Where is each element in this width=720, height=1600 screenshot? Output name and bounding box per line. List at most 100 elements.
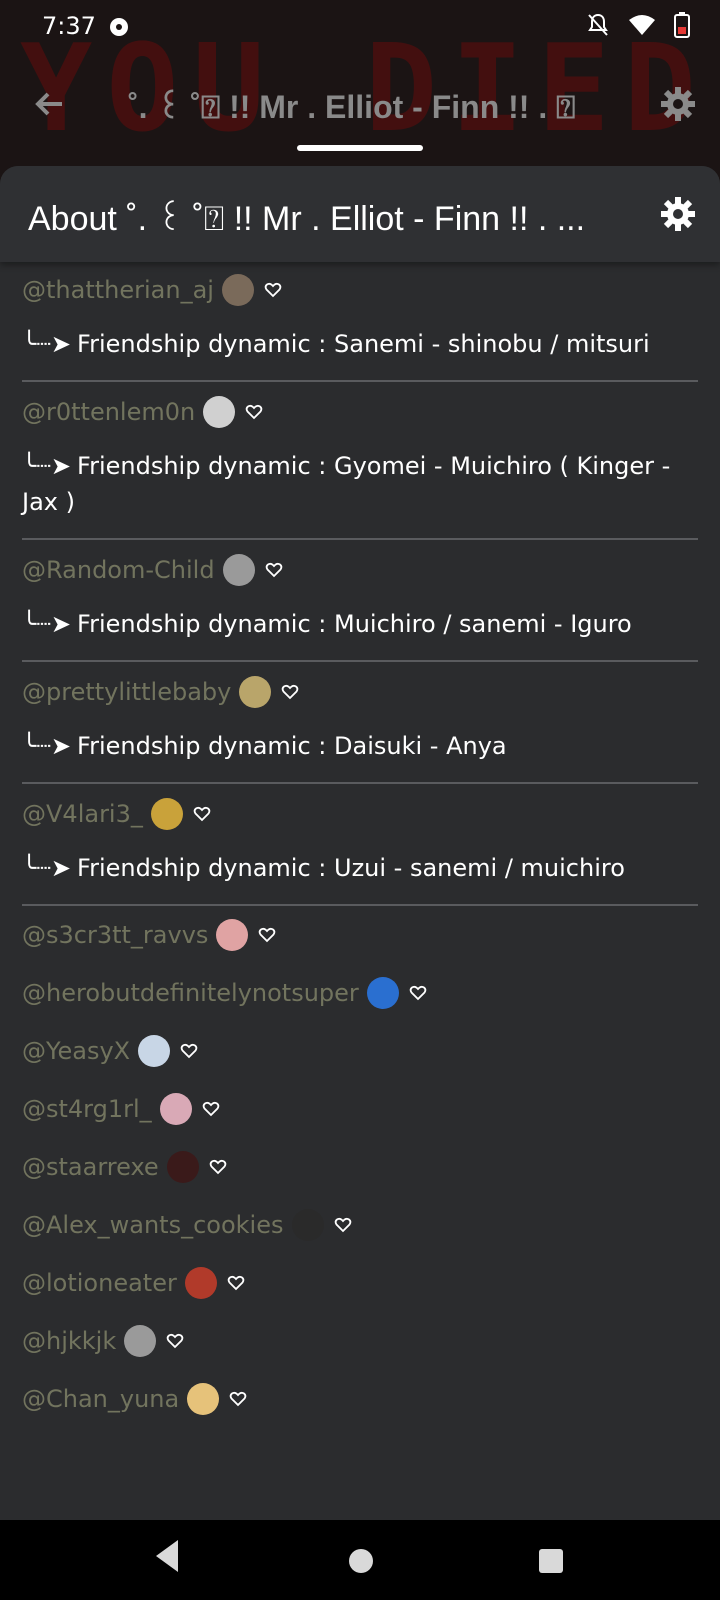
avatar[interactable]	[166, 1151, 199, 1183]
friendship-entry: @V4lari3_ ╰┈➤ Friendship dynamic : Uzui - …	[22, 784, 698, 906]
heart-icon	[227, 1275, 245, 1291]
nav-recents-icon[interactable]	[539, 1549, 563, 1573]
navigation-bar	[0, 1520, 720, 1600]
user-line: @Chan_yuna	[22, 1370, 698, 1428]
heart-icon	[166, 1333, 184, 1349]
user-line: @Random-Child	[22, 540, 698, 600]
heart-icon	[259, 927, 276, 943]
username-link[interactable]: @r0ttenlem0n	[22, 398, 195, 426]
arrow-glyph: ╰┈➤	[22, 610, 72, 638]
list-item: @Chan_yuna	[0, 1370, 720, 1428]
user-line: @r0ttenlem0n	[22, 382, 698, 442]
avatar[interactable]	[184, 1267, 217, 1299]
avatar[interactable]	[221, 274, 254, 306]
notification-icon	[110, 18, 128, 36]
user-line: @V4lari3_	[22, 784, 698, 844]
heart-icon	[334, 1217, 351, 1233]
user-line: @prettylittlebaby	[22, 662, 698, 722]
avatar[interactable]	[203, 396, 236, 428]
list-item: @lotioneater	[0, 1254, 720, 1312]
username-link[interactable]: @herobutdefinitelynotsuper	[22, 979, 359, 1007]
user-line: @hjkkjk	[22, 1312, 698, 1370]
avatar[interactable]	[150, 798, 183, 830]
list-item: @YeasyX	[0, 1022, 720, 1080]
list-item: @st4rg1rl_	[0, 1080, 720, 1138]
app-bar: ˚. ꒰ ˚⍰ !! Mr . Elliot - Finn !! . ⍰	[0, 70, 720, 151]
profile-title: ˚. ꒰ ˚⍰ !! Mr . Elliot - Finn !! . ⍰	[128, 89, 576, 125]
heart-icon	[229, 1391, 247, 1407]
username-link[interactable]: @prettylittlebaby	[22, 678, 231, 706]
username-link[interactable]: @Chan_yuna	[22, 1385, 179, 1413]
user-line: @thattherian_aj	[22, 260, 698, 320]
arrow-glyph: ╰┈➤	[22, 330, 72, 358]
silent-mode-icon	[588, 13, 608, 36]
username-link[interactable]: @hjkkjk	[22, 1327, 116, 1355]
heart-icon	[265, 562, 282, 578]
list-item: @s3cr3tt_ravvs	[0, 906, 720, 964]
username-link[interactable]: @thattherian_aj	[22, 276, 214, 304]
heart-icon	[180, 1043, 198, 1059]
gear-icon[interactable]	[658, 84, 698, 124]
username-link[interactable]: @V4lari3_	[22, 800, 143, 828]
avatar[interactable]	[187, 1383, 220, 1415]
user-line: @s3cr3tt_ravvs	[22, 906, 698, 964]
friendship-text: Friendship dynamic : Daisuki - Anya	[77, 732, 507, 760]
friendship-text: Friendship dynamic : Gyomei - Muichiro (…	[22, 452, 671, 516]
avatar[interactable]	[159, 1093, 192, 1125]
avatar[interactable]	[124, 1325, 157, 1357]
avatar[interactable]	[291, 1209, 324, 1241]
status-time: 7:37	[42, 12, 96, 40]
about-sheet: About ˚. ꒰ ˚⍰ !! Mr . Elliot - Finn !! .…	[0, 166, 720, 1520]
friendship-text: Friendship dynamic : Sanemi - shinobu / …	[77, 330, 650, 358]
about-content: @thattherian_aj ╰┈➤ Friendship dynamic : S…	[0, 260, 720, 1428]
battery-icon	[674, 12, 690, 38]
heart-icon	[193, 806, 211, 822]
avatar[interactable]	[216, 919, 249, 951]
friendship-description: ╰┈➤ Friendship dynamic : Sanemi - shinobu…	[22, 320, 698, 380]
avatar[interactable]	[138, 1035, 171, 1067]
sheet-header: About ˚. ꒰ ˚⍰ !! Mr . Elliot - Finn !! .…	[0, 166, 720, 262]
friendship-entry: @Random-Child ╰┈➤ Friendship dynamic : Mui…	[22, 540, 698, 662]
user-line: @st4rg1rl_	[22, 1080, 698, 1138]
status-bar: 7:37	[0, 0, 720, 56]
heart-icon	[209, 1159, 226, 1175]
arrow-glyph: ╰┈➤	[22, 732, 72, 760]
list-item: @hjkkjk	[0, 1312, 720, 1370]
username-link[interactable]: @staarrexe	[22, 1153, 159, 1181]
friendship-description: ╰┈➤ Friendship dynamic : Uzui - sanemi / …	[22, 844, 698, 904]
avatar[interactable]	[239, 676, 272, 708]
drag-handle[interactable]	[297, 145, 423, 151]
settings-gear-icon[interactable]	[658, 194, 698, 234]
nav-back-icon[interactable]	[152, 1538, 182, 1574]
friendship-entry: @thattherian_aj ╰┈➤ Friendship dynamic : S…	[22, 260, 698, 382]
heart-icon	[409, 985, 427, 1001]
friendship-text: Friendship dynamic : Muichiro / sanemi -…	[77, 610, 632, 638]
username-link[interactable]: @YeasyX	[22, 1037, 130, 1065]
heart-icon	[282, 684, 299, 700]
heart-icon	[245, 404, 263, 420]
friendship-entry: @prettylittlebaby ╰┈➤ Friendship dynamic :…	[22, 662, 698, 784]
list-item: @Alex_wants_cookies	[0, 1196, 720, 1254]
friendship-text: Friendship dynamic : Uzui - sanemi / mui…	[77, 854, 625, 882]
friendship-description: ╰┈➤ Friendship dynamic : Muichiro / sanem…	[22, 600, 698, 660]
username-link[interactable]: @st4rg1rl_	[22, 1095, 152, 1123]
heart-icon	[264, 282, 282, 298]
username-link[interactable]: @s3cr3tt_ravvs	[22, 921, 208, 949]
arrow-glyph: ╰┈➤	[22, 854, 72, 882]
username-link[interactable]: @lotioneater	[22, 1269, 177, 1297]
friendship-description: ╰┈➤ Friendship dynamic : Gyomei - Muichir…	[22, 442, 698, 538]
heart-icon	[202, 1101, 219, 1117]
back-arrow-icon[interactable]	[30, 84, 70, 124]
nav-home-icon[interactable]	[349, 1549, 373, 1573]
avatar[interactable]	[222, 554, 255, 586]
avatar[interactable]	[366, 977, 399, 1009]
username-link[interactable]: @Random-Child	[22, 556, 215, 584]
arrow-glyph: ╰┈➤	[22, 452, 72, 480]
user-line: @lotioneater	[22, 1254, 698, 1312]
list-item: @staarrexe	[0, 1138, 720, 1196]
wifi-icon	[629, 15, 655, 35]
user-line: @herobutdefinitelynotsuper	[22, 964, 698, 1022]
user-line: @YeasyX	[22, 1022, 698, 1080]
username-link[interactable]: @Alex_wants_cookies	[22, 1211, 284, 1239]
friendship-entry: @r0ttenlem0n ╰┈➤ Friendship dynamic : Gyom…	[22, 382, 698, 540]
